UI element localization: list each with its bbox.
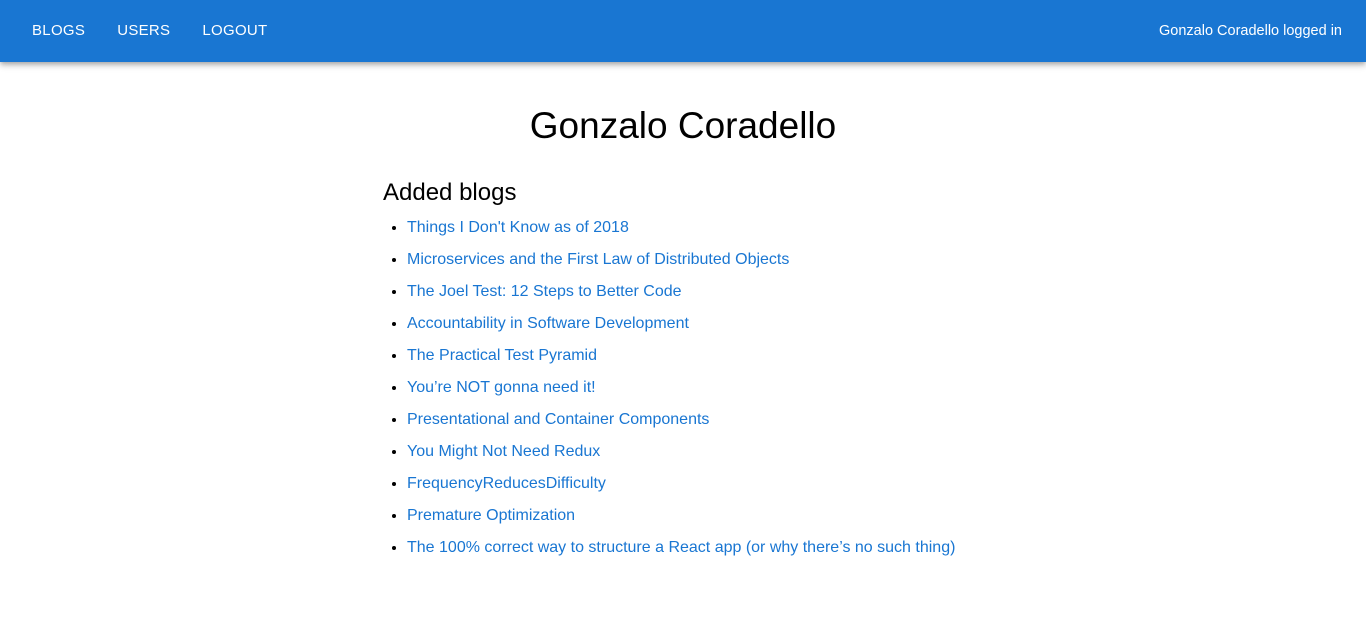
list-item: You Might Not Need Redux xyxy=(407,442,1183,474)
nav-users-button[interactable]: USERS xyxy=(101,15,186,47)
list-item: The Joel Test: 12 Steps to Better Code xyxy=(407,282,1183,314)
nav-blogs-button[interactable]: BLOGS xyxy=(16,15,101,47)
blog-link[interactable]: Premature Optimization xyxy=(407,507,575,524)
list-item: The 100% correct way to structure a Reac… xyxy=(407,538,1183,570)
list-item: Microservices and the First Law of Distr… xyxy=(407,250,1183,282)
added-blogs-section: Added blogs Things I Don't Know as of 20… xyxy=(383,178,1183,570)
nav-logout-button[interactable]: LOGOUT xyxy=(186,15,283,47)
blog-link[interactable]: You Might Not Need Redux xyxy=(407,443,600,460)
blog-link[interactable]: Accountability in Software Development xyxy=(407,315,689,332)
blog-link[interactable]: The Practical Test Pyramid xyxy=(407,347,597,364)
list-item: Presentational and Container Components xyxy=(407,410,1183,442)
blog-link[interactable]: You’re NOT gonna need it! xyxy=(407,379,596,396)
blog-list: Things I Don't Know as of 2018 Microserv… xyxy=(383,218,1183,570)
app-bar: BLOGS USERS LOGOUT Gonzalo Coradello log… xyxy=(0,0,1366,62)
list-item: Premature Optimization xyxy=(407,506,1183,538)
blog-link[interactable]: The Joel Test: 12 Steps to Better Code xyxy=(407,283,682,300)
login-status: Gonzalo Coradello logged in xyxy=(1159,23,1342,39)
blog-link[interactable]: Things I Don't Know as of 2018 xyxy=(407,219,629,236)
blog-link[interactable]: FrequencyReducesDifficulty xyxy=(407,475,606,492)
list-item: You’re NOT gonna need it! xyxy=(407,378,1183,410)
blog-link[interactable]: Presentational and Container Components xyxy=(407,411,709,428)
main-nav: BLOGS USERS LOGOUT xyxy=(16,0,284,62)
blog-link[interactable]: The 100% correct way to structure a Reac… xyxy=(407,539,955,556)
section-title: Added blogs xyxy=(383,179,517,206)
list-item: The Practical Test Pyramid xyxy=(407,346,1183,378)
list-item: Accountability in Software Development xyxy=(407,314,1183,346)
blog-link[interactable]: Microservices and the First Law of Distr… xyxy=(407,251,789,268)
page-title: Gonzalo Coradello xyxy=(529,105,837,146)
list-item: FrequencyReducesDifficulty xyxy=(407,474,1183,506)
list-item: Things I Don't Know as of 2018 xyxy=(407,218,1183,250)
